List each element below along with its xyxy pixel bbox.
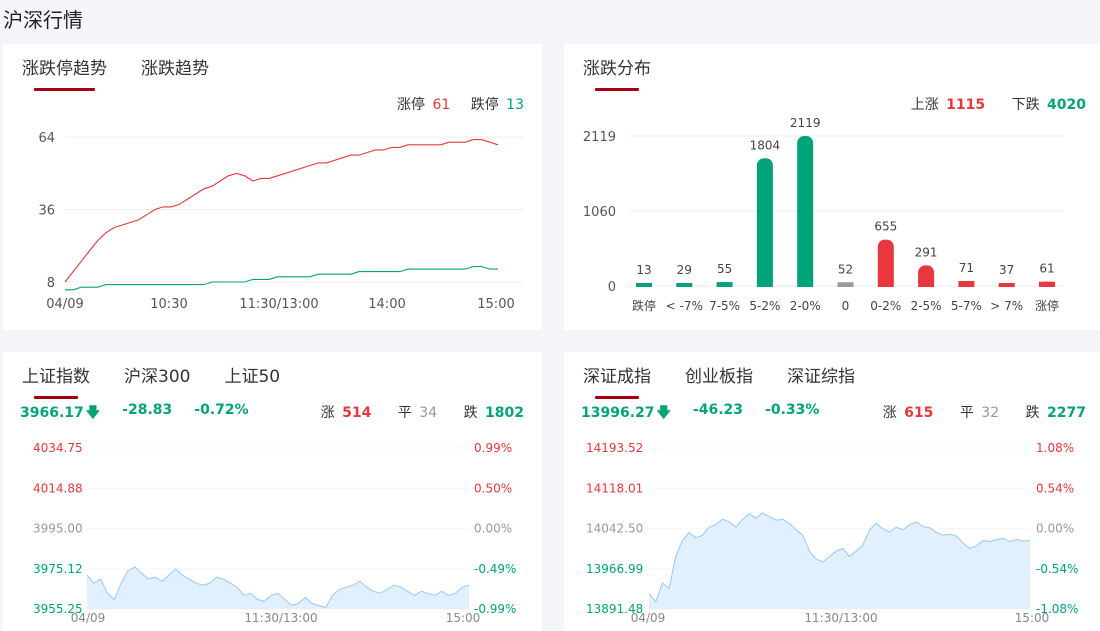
category-label: 0 [842,299,850,313]
category-label: > 7% [990,299,1023,313]
x-tick-label: 11:30/13:00 [239,297,318,312]
bar-base [837,282,854,287]
y-tick-right-label: 0.50% [474,481,512,495]
category-label: 2-5% [911,299,942,313]
bar-base [716,282,733,287]
bar-value-label: 2119 [790,116,821,130]
x-tick-label: 04/09 [631,611,666,625]
y-tick-left-label: 4014.88 [33,481,83,495]
bar-value-label: 13 [636,263,651,277]
y-tick-left-label: 14193.52 [586,441,643,455]
shanghai-panel: 上证指数 沪深300 上证50 3966.17 🡇 -28.83 -0.72% 涨… [3,352,542,631]
y-tick-label: 36 [38,204,55,219]
bar-base [636,283,652,287]
bar-base [1039,281,1055,287]
shenzhen-panel: 深证成指 创业板指 深证综指 13996.27 🡇 -46.23 -0.33% 涨… [564,352,1100,631]
y-tick-left-label: 3995.00 [33,522,83,536]
y-tick-right-label: 0.00% [1036,522,1074,536]
x-tick-label: 11:30/13:00 [804,611,877,625]
y-tick-left-label: 13966.99 [586,562,643,576]
y-tick-label: 8 [47,276,55,291]
y-tick-left-label: 4034.75 [33,441,83,455]
bar [756,158,773,287]
category-label: 5-2% [749,299,780,313]
x-tick-label: 04/09 [46,297,83,312]
limit-trend-chart: 8 36 64 04/09 10:30 11:30/13:00 14:00 15:00 [38,131,523,312]
limit-down-series-line [65,265,498,291]
limit-trend-panel: 涨跌停趋势 涨跌趋势 涨停 61 跌停 13 8 36 64 04/09 10:30 11… [3,44,542,330]
bar-value-label: 655 [874,220,897,234]
y-tick-right-label: -0.49% [474,562,516,576]
shenzhen-index-chart: 14193.52 1.08% 14118.01 0.54% 14042.50 0.00% 1… [586,441,1078,625]
limit-up-series-line [64,139,499,283]
x-tick-label: 04/09 [71,611,106,625]
y-tick-label: 2119 [583,130,616,145]
bar-value-label: 52 [838,262,853,276]
y-tick-label: 0 [608,280,616,295]
y-tick-left-label: 14118.01 [586,481,643,495]
bar-base [958,280,975,287]
distribution-chart: 0 1060 2119 13 跌停 29 < -7% 55 7-5% 1804 5-2% 2119 2-… [583,116,1064,313]
bar-value-label: 37 [999,263,1014,277]
y-tick-right-label: -0.99% [474,602,516,616]
category-label: 2-0% [790,299,821,313]
category-label: 0-2% [870,299,901,313]
x-tick-label: 10:30 [150,297,187,312]
y-tick-right-label: 0.99% [474,441,512,455]
bar-value-label: 291 [915,245,938,259]
bar-base [676,283,693,287]
bar-base [797,279,814,287]
category-label: 5-7% [951,299,982,313]
bar-base [756,279,773,287]
category-label: < -7% [666,299,703,313]
category-label: 跌停 [632,298,656,313]
index-area [87,567,469,609]
y-tick-right-label: 1.08% [1036,441,1074,455]
y-tick-right-label: -0.54% [1036,562,1078,576]
x-tick-label: 11:30/13:00 [244,611,317,625]
x-tick-label: 14:00 [368,297,405,312]
x-tick-label: 15:00 [446,611,481,625]
bar-value-label: 1804 [750,138,781,152]
y-tick-right-label: 0.54% [1036,481,1074,495]
bar-value-label: 71 [959,261,974,275]
y-tick-label: 1060 [583,205,616,220]
y-tick-right-label: 0.00% [474,522,512,536]
category-label: 涨停 [1035,298,1059,313]
distribution-panel: 涨跌分布 上涨 1115 下跌 4020 0 1060 2119 13 跌停 29 < -7… [564,44,1100,330]
bar-value-label: 29 [677,263,692,277]
y-tick-left-label: 3975.12 [33,562,83,576]
bar-base [918,279,935,287]
shanghai-index-chart: 4034.75 0.99% 4014.88 0.50% 3995.00 0.00% 3975… [33,441,516,625]
page-title: 沪深行情 [3,8,83,32]
bar-value-label: 61 [1039,262,1054,276]
bar-base [877,279,894,287]
bar-base [998,283,1015,287]
x-tick-label: 15:00 [1015,611,1050,625]
bar-value-label: 55 [717,262,732,276]
category-label: 7-5% [709,299,740,313]
y-tick-left-label: 14042.50 [586,522,643,536]
index-area [649,512,1030,609]
x-tick-label: 15:00 [477,297,514,312]
bar [797,136,814,287]
y-tick-label: 64 [38,131,55,146]
